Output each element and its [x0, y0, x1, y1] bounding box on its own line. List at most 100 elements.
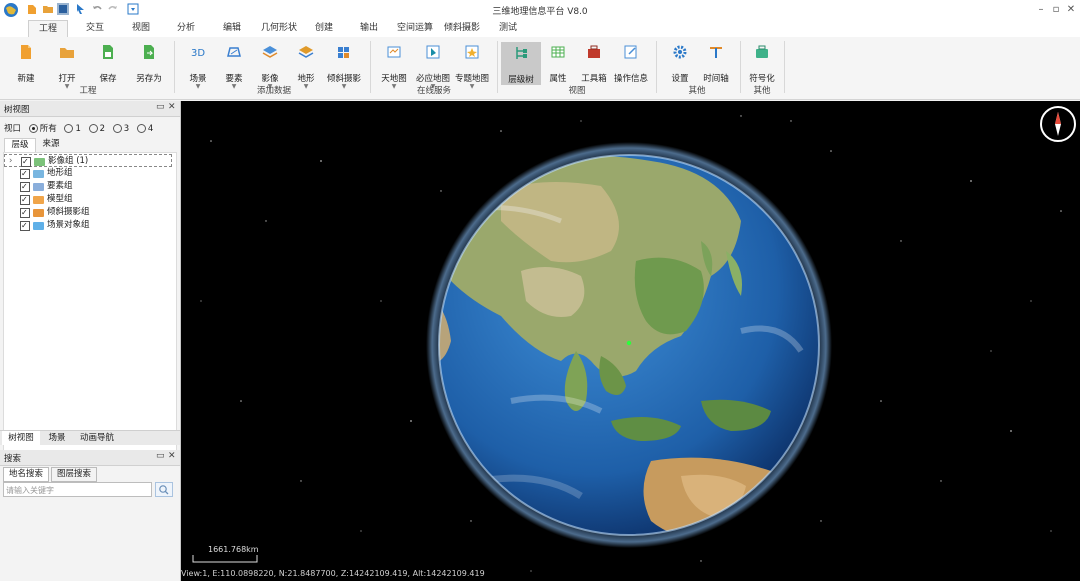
save-doc-icon — [103, 45, 113, 59]
oblique-photo-icon — [338, 47, 349, 58]
radio-all[interactable] — [28, 124, 38, 133]
open-icon — [60, 48, 74, 58]
group-label-online: 在线服务 — [416, 86, 451, 96]
globe-viewport[interactable]: 1661.768km View:1, E:110.0898220, N:21.8… — [181, 101, 1080, 581]
window-title: 三维地理信息平台 V8.0 — [492, 7, 588, 17]
radio-1[interactable] — [64, 124, 74, 133]
coordinate-status: View:1, E:110.0898220, N:21.8487700, Z:1… — [181, 569, 485, 578]
search-input[interactable]: 请输入关键字 — [3, 482, 152, 497]
group-label-project: 工程 — [79, 86, 97, 96]
operation-info-button[interactable]: 操作信息 — [611, 41, 651, 87]
layer-checkbox[interactable] — [20, 219, 30, 232]
ribbon-tabs: 工程 交互 视图 分析 编辑 几何形状 创建 输出 空间运算 倾斜摄影 测试 — [0, 20, 1080, 37]
timeline-button[interactable]: 时间轴 — [696, 41, 736, 87]
folder-icon — [33, 183, 44, 191]
group-separator — [370, 41, 371, 93]
tab-edit[interactable]: 编辑 — [215, 20, 249, 37]
group-separator — [497, 41, 498, 93]
scale-bar: 1661.768km — [191, 545, 261, 566]
layer-checkbox[interactable] — [21, 155, 31, 168]
tab-test[interactable]: 测试 — [491, 20, 525, 37]
left-pane: 树视图 ▭ ✕ 视口 所有 1 2 3 4 层级 来源 › 影像组 (1) 地形… — [0, 101, 181, 581]
title-bar: 三维地理信息平台 V8.0 – ▫ ✕ — [0, 0, 1080, 20]
tab-geometry[interactable]: 几何形状 — [257, 20, 301, 37]
timeline-icon — [710, 47, 722, 58]
viewport-selector: 视口 所有 1 2 3 4 — [4, 124, 154, 134]
radio-4[interactable] — [136, 124, 146, 133]
group-separator — [784, 41, 785, 93]
feature-icon — [227, 47, 241, 57]
tree-item[interactable]: 要素组 — [4, 180, 176, 193]
close-icon[interactable]: ✕ — [168, 102, 176, 112]
save-as-button[interactable]: 另存为 — [129, 41, 169, 87]
layer-checkbox[interactable] — [20, 180, 30, 193]
open-button[interactable]: 打开 ▼ — [47, 41, 87, 90]
imagery-button[interactable]: 影像 ▼ — [250, 41, 290, 90]
tree-panel-header: 树视图 ▭ ✕ — [0, 101, 180, 117]
tab-scene[interactable]: 场景 — [42, 431, 72, 445]
attribute-table-icon — [551, 46, 565, 58]
group-separator — [656, 41, 657, 93]
scale-label: 1661.768km — [208, 545, 259, 554]
tree-item[interactable]: 场景对象组 — [4, 219, 176, 232]
float-icon[interactable]: ▭ — [156, 451, 165, 461]
tianditu-button[interactable]: 天地图 ▼ — [374, 41, 414, 90]
search-button[interactable] — [155, 482, 173, 497]
thematic-map-button[interactable]: 专题地图 ▼ — [452, 41, 492, 90]
new-button[interactable]: 新建 — [6, 41, 46, 87]
tree-panel-title: 树视图 — [4, 105, 30, 115]
compass-icon[interactable] — [1038, 104, 1078, 144]
layer-checkbox[interactable] — [20, 167, 30, 180]
earth-globe[interactable] — [181, 101, 1080, 581]
tab-layer-search[interactable]: 图层搜索 — [51, 467, 97, 482]
save-button[interactable]: 保存 — [88, 41, 128, 87]
group-separator — [740, 41, 741, 93]
tab-place-search[interactable]: 地名搜索 — [3, 467, 49, 482]
tab-tree-view[interactable]: 树视图 — [2, 431, 40, 445]
close-icon[interactable]: ✕ — [1064, 3, 1078, 17]
viewport-label: 视口 — [4, 124, 22, 134]
layer-checkbox[interactable] — [20, 206, 30, 219]
toolbox-button[interactable]: 工具箱 — [574, 41, 614, 87]
tree-item[interactable]: › 影像组 (1) — [4, 154, 172, 168]
terrain-button[interactable]: 地形 ▼ — [286, 41, 326, 90]
symbolize-button[interactable]: 符号化 — [742, 41, 782, 87]
close-icon[interactable]: ✕ — [168, 451, 176, 461]
oblique-photo-button[interactable]: 倾斜摄影 ▼ — [324, 41, 364, 90]
edit-info-icon — [624, 45, 637, 59]
tab-analysis[interactable]: 分析 — [169, 20, 203, 37]
subtab-hierarchy[interactable]: 层级 — [4, 138, 36, 152]
layer-checkbox[interactable] — [20, 193, 30, 206]
tab-output[interactable]: 输出 — [352, 20, 386, 37]
tab-create[interactable]: 创建 — [307, 20, 341, 37]
tab-oblique[interactable]: 倾斜摄影 — [440, 20, 484, 37]
radio-2[interactable] — [88, 124, 98, 133]
group-label-view: 视图 — [568, 86, 586, 96]
tianditu-icon — [387, 46, 401, 58]
folder-icon — [33, 222, 44, 230]
group-separator — [174, 41, 175, 93]
minimize-icon[interactable]: – — [1034, 3, 1048, 17]
tree-item[interactable]: 模型组 — [4, 193, 176, 206]
tab-animation-nav[interactable]: 动画导航 — [74, 431, 120, 445]
attribute-button[interactable]: 属性 — [538, 41, 578, 87]
subtab-source[interactable]: 来源 — [36, 138, 66, 151]
float-icon[interactable]: ▭ — [156, 102, 165, 112]
radio-3[interactable] — [112, 124, 122, 133]
gear-icon — [673, 45, 687, 59]
group-label-add-data: 添加数据 — [256, 86, 291, 96]
tab-view[interactable]: 视图 — [124, 20, 158, 37]
tab-spatial-ops[interactable]: 空间运算 — [393, 20, 437, 37]
bing-map-button[interactable]: 必应地图 ▼ — [413, 41, 453, 90]
restore-icon[interactable]: ▫ — [1049, 3, 1063, 17]
scene-button[interactable]: 3D 场景 ▼ — [178, 41, 218, 90]
terrain-icon — [298, 46, 314, 58]
tree-item[interactable]: 倾斜摄影组 — [4, 206, 176, 219]
tree-item[interactable]: 地形组 — [4, 167, 176, 180]
settings-button[interactable]: 设置 — [660, 41, 700, 87]
layer-tree-button[interactable]: 层级树 — [501, 42, 541, 85]
folder-icon — [33, 196, 44, 204]
feature-button[interactable]: 要素 ▼ — [214, 41, 254, 90]
tab-project[interactable]: 工程 — [28, 20, 68, 37]
tab-interact[interactable]: 交互 — [78, 20, 112, 37]
